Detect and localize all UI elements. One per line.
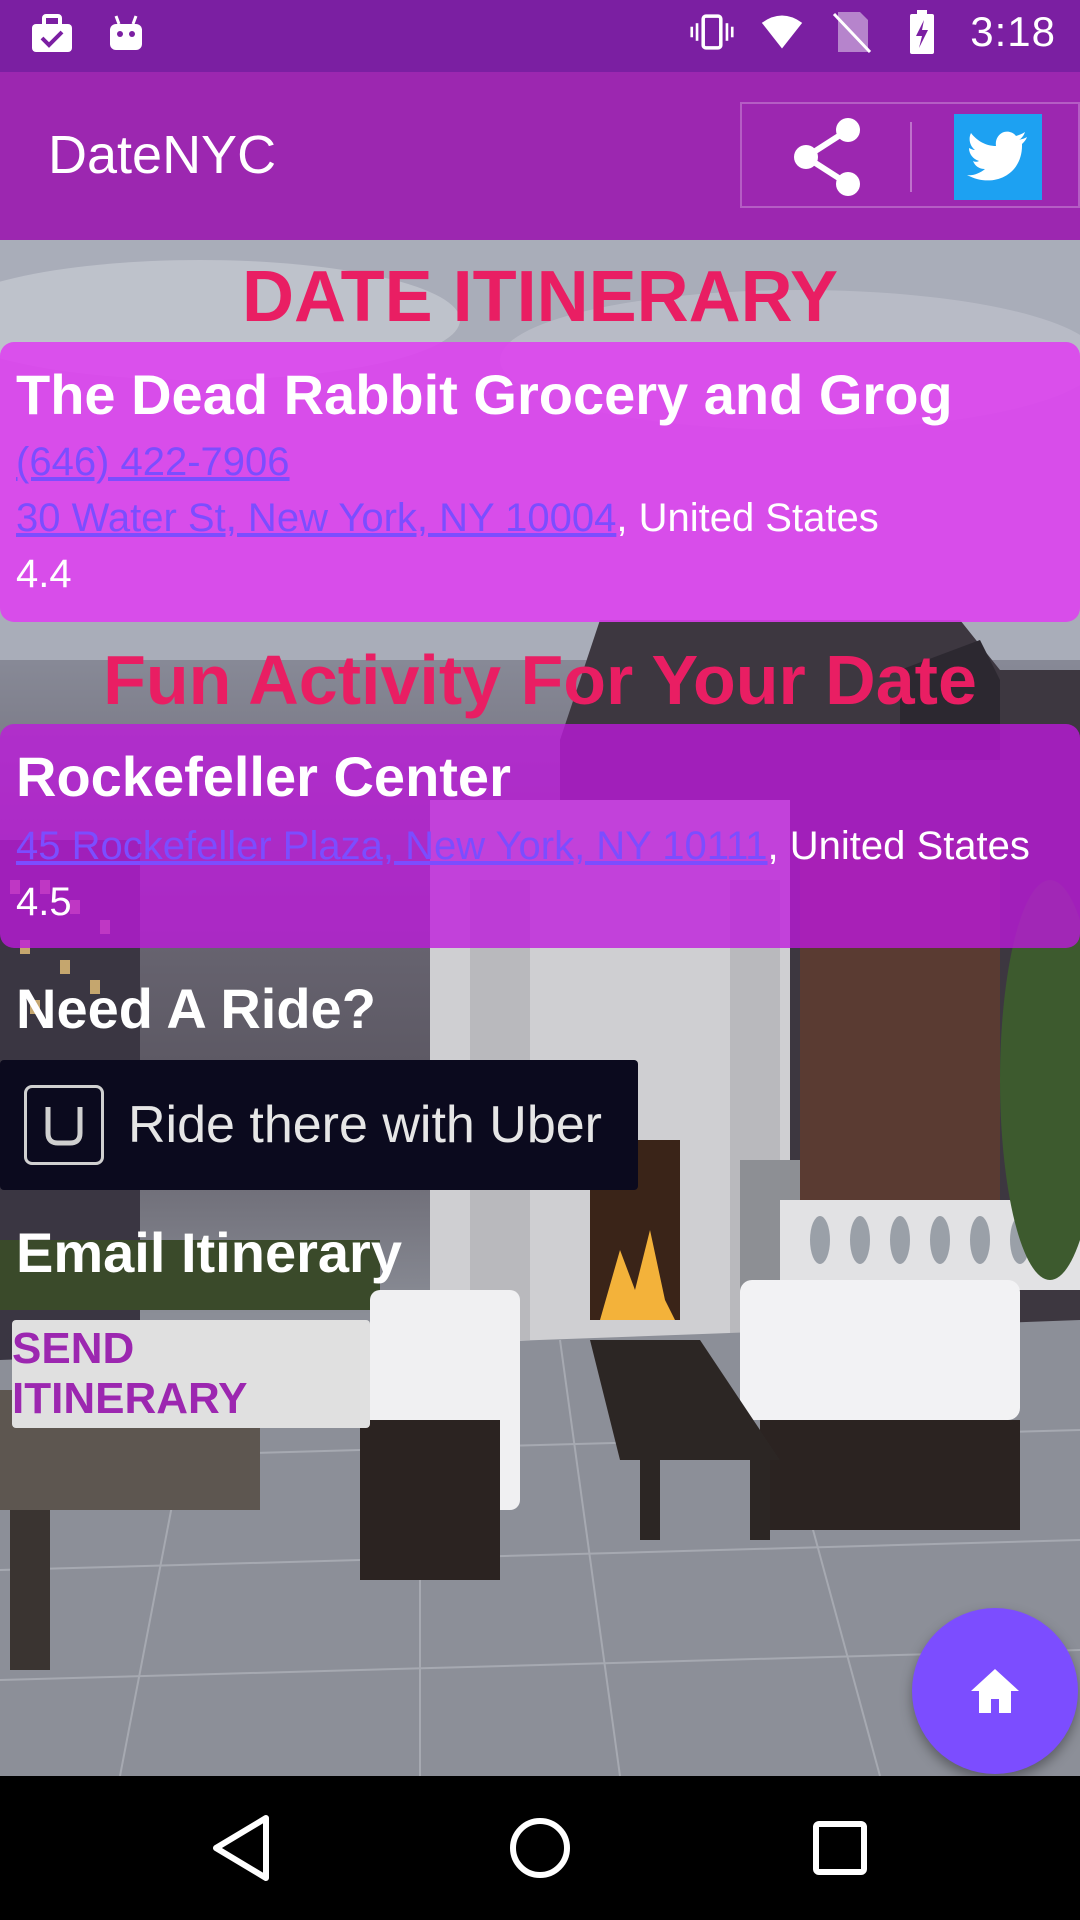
share-actions [740,102,1080,208]
phone-link[interactable]: (646) 422-7906 [16,440,290,484]
status-bar: 3:18 [0,0,1080,72]
twitter-icon[interactable] [954,114,1042,200]
android-icon [104,12,148,56]
app-title: DateNYC [48,125,277,185]
navigation-bar [0,1776,1080,1920]
app-bar: DateNYC [0,72,1080,240]
share-icon[interactable] [786,114,872,200]
no-sim-icon [830,10,874,54]
home-circle-icon[interactable] [498,1806,582,1890]
home-icon [971,1669,1019,1713]
briefcase-check-icon [30,12,74,56]
activity-heading: Fun Activity For Your Date [103,641,977,719]
wifi-icon [760,10,804,54]
activity-address-link[interactable]: 45 Rockefeller Plaza, New York, NY 10111 [16,824,768,868]
battery-charging-icon [900,10,944,54]
ride-label: Need A Ride? [16,977,376,1040]
send-itinerary-button[interactable]: SEND ITINERARY [12,1320,370,1428]
address-suffix: , United States [616,496,879,540]
email-label: Email Itinerary [16,1221,402,1284]
uber-button[interactable]: Ride there with Uber [0,1060,638,1190]
vibrate-icon [690,10,734,54]
restaurant-name: The Dead Rabbit Grocery and Grog [16,363,953,426]
recents-icon[interactable] [798,1806,882,1890]
activity-card[interactable]: Rockefeller Center 45 Rockefeller Plaza,… [0,724,1080,948]
activity-rating: 4.5 [16,880,72,924]
activity-name: Rockefeller Center [16,745,511,808]
activity-address-suffix: , United States [767,824,1030,868]
rating: 4.4 [16,552,72,596]
itinerary-heading: DATE ITINERARY [241,257,838,337]
home-fab[interactable] [912,1608,1078,1774]
divider [910,122,912,192]
address-link[interactable]: 30 Water St, New York, NY 10004 [16,496,616,540]
clock: 3:18 [970,8,1056,55]
uber-logo-icon [24,1085,104,1165]
restaurant-card[interactable]: The Dead Rabbit Grocery and Grog (646) 4… [0,342,1080,622]
back-icon[interactable] [200,1806,284,1890]
uber-button-label: Ride there with Uber [128,1096,602,1154]
